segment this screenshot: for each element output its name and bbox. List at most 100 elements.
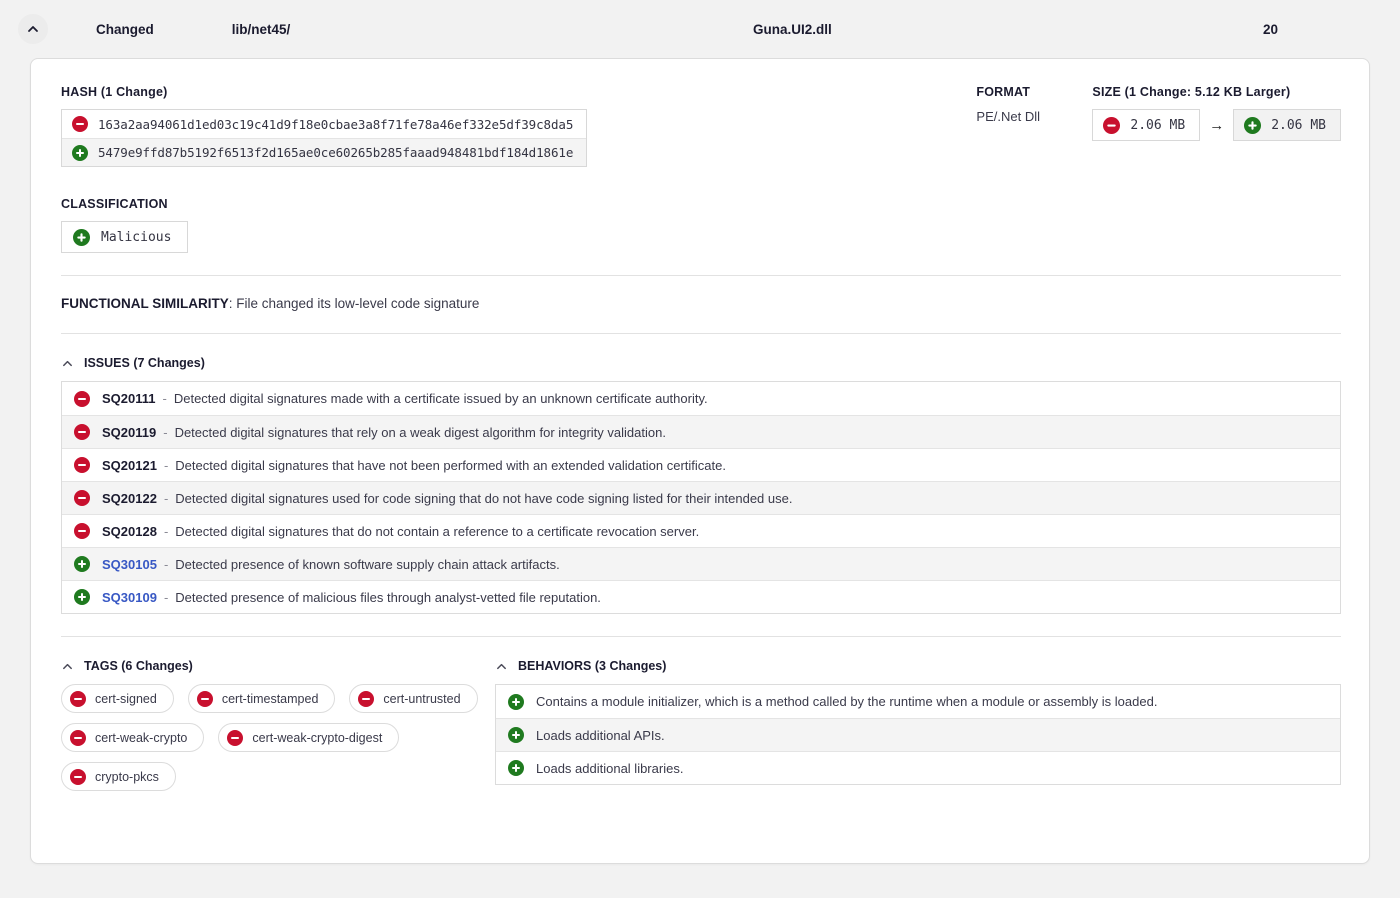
divider [61, 333, 1341, 334]
format-section: FORMAT PE/.Net Dll [976, 85, 1092, 124]
behaviors-section: BEHAVIORS (3 Changes) Contains a module … [495, 659, 1341, 791]
functional-similarity-section: FUNCTIONAL SIMILARITY: File changed its … [61, 296, 1341, 311]
issue-description: Detected digital signatures made with a … [174, 391, 708, 406]
functional-similarity-value: File changed its low-level code signatur… [236, 296, 479, 311]
format-label: FORMAT [976, 85, 1092, 99]
added-icon [508, 760, 524, 776]
hash-value: 5479e9ffd87b5192f6513f2d165ae0ce60265b28… [98, 145, 573, 160]
issue-dash: - [164, 524, 168, 539]
issue-code: SQ20121 [102, 458, 157, 473]
hash-row: 5479e9ffd87b5192f6513f2d165ae0ce60265b28… [62, 138, 586, 166]
tags-label: TAGS (6 Changes) [84, 659, 193, 673]
tag-name: cert-untrusted [383, 692, 460, 706]
tag-name: cert-timestamped [222, 692, 319, 706]
tag-pill[interactable]: crypto-pkcs [61, 762, 176, 791]
behaviors-collapse-toggle[interactable]: BEHAVIORS (3 Changes) [495, 659, 1341, 673]
issue-row[interactable]: SQ20119 - Detected digital signatures th… [62, 415, 1340, 448]
issue-row[interactable]: SQ30109 - Detected presence of malicious… [62, 580, 1340, 613]
tag-name: cert-weak-crypto-digest [252, 731, 382, 745]
behavior-row[interactable]: Loads additional APIs. [496, 718, 1340, 751]
issue-description: Detected presence of known software supp… [175, 557, 559, 572]
issue-row[interactable]: SQ30105 - Detected presence of known sof… [62, 547, 1340, 580]
issues-label: ISSUES (7 Changes) [84, 356, 205, 370]
file-diff-card: HASH (1 Change) 163a2aa94061d1ed03c19c41… [30, 58, 1370, 864]
issue-code-link[interactable]: SQ30105 [102, 557, 157, 572]
added-icon [73, 229, 90, 246]
functional-similarity-label: FUNCTIONAL SIMILARITY [61, 296, 229, 311]
issue-row[interactable]: SQ20111 - Detected digital signatures ma… [62, 382, 1340, 415]
file-path: lib/net45/ [232, 22, 291, 37]
removed-icon [74, 457, 90, 473]
size-section: SIZE (1 Change: 5.12 KB Larger) 2.06 MB … [1092, 85, 1341, 141]
removed-icon [74, 424, 90, 440]
removed-icon [227, 730, 243, 746]
issues-section: ISSUES (7 Changes) SQ20111 - Detected di… [61, 356, 1341, 614]
file-change-count: 20 [1263, 22, 1278, 37]
classification-label: CLASSIFICATION [61, 197, 1341, 211]
added-icon [1244, 117, 1261, 134]
behavior-row[interactable]: Contains a module initializer, which is … [496, 685, 1340, 718]
removed-icon [70, 691, 86, 707]
issue-code: SQ20128 [102, 524, 157, 539]
issue-code-link[interactable]: SQ30109 [102, 590, 157, 605]
tag-name: crypto-pkcs [95, 770, 159, 784]
chevron-up-icon [61, 660, 74, 673]
chevron-up-icon [26, 22, 40, 36]
issue-row[interactable]: SQ20122 - Detected digital signatures us… [62, 481, 1340, 514]
issue-description: Detected digital signatures that do not … [175, 524, 699, 539]
issues-list: SQ20111 - Detected digital signatures ma… [61, 381, 1341, 614]
file-name: Guna.UI2.dll [753, 22, 832, 37]
classification-value-pill: Malicious [61, 221, 188, 253]
tag-pill[interactable]: cert-weak-crypto-digest [218, 723, 399, 752]
chevron-up-icon [495, 660, 508, 673]
size-after-pill: 2.06 MB [1233, 109, 1341, 141]
size-after-value: 2.06 MB [1271, 118, 1326, 133]
arrow-right-icon: → [1209, 118, 1224, 133]
hash-list: 163a2aa94061d1ed03c19c41d9f18e0cbae3a8f7… [61, 109, 587, 167]
issue-dash: - [164, 458, 168, 473]
added-icon [74, 589, 90, 605]
tag-name: cert-signed [95, 692, 157, 706]
tags-list: cert-signed cert-timestamped cert-untrus… [61, 684, 481, 791]
issues-collapse-toggle[interactable]: ISSUES (7 Changes) [61, 356, 1341, 370]
issue-dash: - [164, 590, 168, 605]
size-label: SIZE (1 Change: 5.12 KB Larger) [1092, 85, 1341, 99]
tag-pill[interactable]: cert-untrusted [349, 684, 477, 713]
issue-description: Detected digital signatures that have no… [175, 458, 726, 473]
issue-dash: - [164, 557, 168, 572]
divider [61, 636, 1341, 637]
issue-row[interactable]: SQ20121 - Detected digital signatures th… [62, 448, 1340, 481]
tag-pill[interactable]: cert-signed [61, 684, 174, 713]
tag-pill[interactable]: cert-weak-crypto [61, 723, 204, 752]
issue-row[interactable]: SQ20128 - Detected digital signatures th… [62, 514, 1340, 547]
added-icon [72, 145, 88, 161]
summary-row: HASH (1 Change) 163a2aa94061d1ed03c19c41… [61, 85, 1341, 167]
removed-icon [197, 691, 213, 707]
hash-label: HASH (1 Change) [61, 85, 587, 99]
collapse-file-button[interactable] [18, 14, 48, 44]
tag-pill[interactable]: cert-timestamped [188, 684, 336, 713]
issue-code: SQ20111 [102, 391, 156, 406]
format-value: PE/.Net Dll [976, 109, 1092, 124]
removed-icon [74, 391, 90, 407]
issue-code: SQ20119 [102, 425, 156, 440]
removed-icon [74, 490, 90, 506]
hash-section: HASH (1 Change) 163a2aa94061d1ed03c19c41… [61, 85, 587, 167]
added-icon [508, 727, 524, 743]
behavior-description: Loads additional libraries. [536, 761, 683, 776]
hash-row: 163a2aa94061d1ed03c19c41d9f18e0cbae3a8f7… [62, 110, 586, 138]
issue-description: Detected presence of malicious files thr… [175, 590, 601, 605]
added-icon [508, 694, 524, 710]
file-header-bar: Changed lib/net45/ Guna.UI2.dll 20 [0, 0, 1400, 58]
removed-icon [358, 691, 374, 707]
issue-dash: - [163, 391, 167, 406]
tags-collapse-toggle[interactable]: TAGS (6 Changes) [61, 659, 495, 673]
removed-icon [1103, 117, 1120, 134]
tags-section: TAGS (6 Changes) cert-signed cert-timest… [61, 659, 495, 791]
removed-icon [72, 116, 88, 132]
behavior-row[interactable]: Loads additional libraries. [496, 751, 1340, 784]
hash-value: 163a2aa94061d1ed03c19c41d9f18e0cbae3a8f7… [98, 117, 573, 132]
classification-value: Malicious [101, 230, 171, 245]
removed-icon [74, 523, 90, 539]
size-before-pill: 2.06 MB [1092, 109, 1200, 141]
